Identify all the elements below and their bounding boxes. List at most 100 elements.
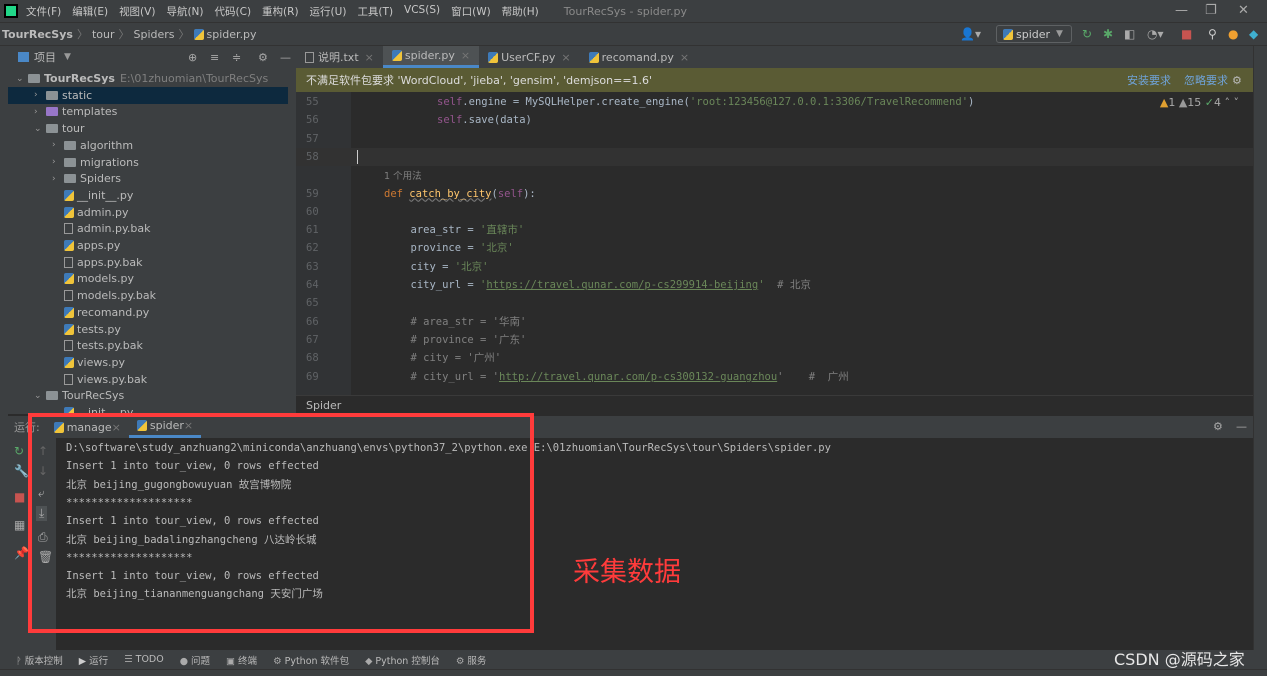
breadcrumb-file[interactable]: spider.py xyxy=(207,28,257,41)
tree-item[interactable]: views.py.bak xyxy=(8,371,288,388)
code-token[interactable]: https://travel.qunar.com/p-cs299914-beij… xyxy=(486,279,758,291)
hide-icon[interactable]: — xyxy=(280,51,291,64)
maximize-button[interactable]: ❐ xyxy=(1205,3,1217,18)
menu-item[interactable]: 重构(R) xyxy=(262,4,299,19)
tree-item[interactable]: __init__.py xyxy=(8,187,288,204)
tree-item[interactable]: ⌄ TourRecSys xyxy=(8,387,288,404)
tree-item[interactable]: › templates xyxy=(8,103,288,120)
rerun-icon[interactable]: ↻ xyxy=(14,444,24,458)
tree-item[interactable]: recomand.py xyxy=(8,304,288,321)
project-tree: ⌄ TourRecSys E:\01zhuomian\TourRecSys › stat… xyxy=(8,68,296,414)
close-icon[interactable]: × xyxy=(461,49,470,62)
menu-item[interactable]: 工具(T) xyxy=(357,4,393,19)
close-icon[interactable]: × xyxy=(561,51,570,64)
chevron-down-icon[interactable]: ⌄ xyxy=(34,391,46,401)
tree-item[interactable]: ⌄ tour xyxy=(8,120,288,137)
menu-item[interactable]: VCS(S) xyxy=(404,4,440,19)
menu-item[interactable]: 窗口(W) xyxy=(451,4,491,19)
editor-breadcrumb[interactable]: Spider xyxy=(296,395,1253,414)
python-console-icon: ◆ xyxy=(365,655,376,667)
chevron-right-icon[interactable]: › xyxy=(52,174,64,184)
code-editor[interactable]: ▲1 ▲15 ✓4 ˄ ˅ 55 self.engine = MySQLHelpe… xyxy=(296,92,1253,395)
tree-item[interactable]: › migrations xyxy=(8,154,288,171)
editor-tab[interactable]: recomand.py × xyxy=(580,46,698,68)
expand-all-icon[interactable]: ≡ xyxy=(210,51,219,64)
breadcrumb-tour[interactable]: tour xyxy=(92,28,115,41)
menu-item[interactable]: 帮助(H) xyxy=(502,4,539,19)
hide-icon[interactable]: — xyxy=(1236,420,1247,433)
folder-icon xyxy=(64,174,76,184)
tool-window-problems[interactable]: ● 问题 xyxy=(180,653,210,667)
minimize-button[interactable]: — xyxy=(1175,3,1188,18)
pin-icon[interactable]: 📌 xyxy=(14,546,29,560)
tree-item[interactable]: ⌄ TourRecSys E:\01zhuomian\TourRecSys xyxy=(8,70,288,87)
tree-item[interactable]: › algorithm xyxy=(8,137,288,154)
tree-item[interactable]: › Spiders xyxy=(8,170,288,187)
ignore-requirements-link[interactable]: 忽略要求 xyxy=(1184,72,1228,88)
tool-window-vcs[interactable]: ᚹ 版本控制 xyxy=(16,653,63,667)
tool-window-todo[interactable]: ☰ TODO xyxy=(124,654,164,665)
tree-item-label: tests.py xyxy=(77,322,121,336)
search-icon[interactable]: ⚲ xyxy=(1208,27,1217,41)
menu-item[interactable]: 文件(F) xyxy=(26,4,61,19)
chevron-down-icon[interactable]: ⌄ xyxy=(34,124,46,134)
gear-icon[interactable]: ⚙ xyxy=(1213,420,1223,433)
tree-item[interactable]: admin.py xyxy=(8,204,288,221)
close-icon[interactable]: × xyxy=(680,51,689,64)
wrench-icon[interactable]: 🔧 xyxy=(14,464,29,478)
tree-item[interactable]: › static xyxy=(8,86,288,104)
tool-window-services[interactable]: ⚙ 服务 xyxy=(456,653,487,667)
menu-item[interactable]: 代码(C) xyxy=(215,4,252,19)
editor-tab[interactable]: 说明.txt × xyxy=(296,46,383,68)
tool-window-packages[interactable]: ⚙ Python 软件包 xyxy=(273,653,349,667)
menu-item[interactable]: 编辑(E) xyxy=(72,4,108,19)
chevron-right-icon[interactable]: › xyxy=(34,107,46,117)
gear-icon[interactable]: ⚙ xyxy=(258,51,268,64)
update-icon[interactable]: ● xyxy=(1228,27,1238,41)
menu-item[interactable]: 运行(U) xyxy=(310,4,347,19)
chevron-down-icon[interactable]: ▼ xyxy=(64,52,71,62)
tree-item[interactable]: tests.py.bak xyxy=(8,337,288,354)
tree-item[interactable]: views.py xyxy=(8,354,288,371)
stop-icon[interactable]: ■ xyxy=(14,490,25,504)
tree-item[interactable]: apps.py.bak xyxy=(8,254,288,271)
user-icon[interactable]: 👤▾ xyxy=(960,27,981,41)
tree-item[interactable]: admin.py.bak xyxy=(8,220,288,237)
breadcrumb-spiders[interactable]: Spiders xyxy=(134,28,175,41)
editor-tab[interactable]: UserCF.py × xyxy=(479,46,580,68)
tool-window-terminal[interactable]: ▣ 终端 xyxy=(226,653,257,667)
locate-icon[interactable]: ⊕ xyxy=(188,51,197,64)
stop-icon[interactable]: ■ xyxy=(1181,27,1192,41)
tool-window-python-console[interactable]: ◆ Python 控制台 xyxy=(365,653,440,667)
tree-item[interactable]: tests.py xyxy=(8,321,288,338)
code-token[interactable]: http://travel.qunar.com/p-cs300132-guang… xyxy=(499,371,777,383)
run-config-dropdown[interactable]: spider ▼ xyxy=(996,25,1072,43)
install-requirements-link[interactable]: 安装要求 xyxy=(1127,72,1171,88)
usage-hint[interactable]: 1 个用法 xyxy=(384,168,422,182)
chevron-down-icon[interactable]: ⌄ xyxy=(16,74,28,84)
editor-tab[interactable]: spider.py × xyxy=(382,46,480,68)
tool-window-run[interactable]: ▶ 运行 xyxy=(79,653,108,667)
tree-item[interactable]: models.py xyxy=(8,270,288,287)
menu-item[interactable]: 导航(N) xyxy=(166,4,203,19)
collapse-all-icon[interactable]: ≑ xyxy=(232,51,241,64)
close-icon[interactable]: × xyxy=(365,51,374,64)
coverage-icon[interactable]: ◧ xyxy=(1124,27,1135,41)
project-title[interactable]: 项目 xyxy=(34,49,56,65)
chevron-right-icon[interactable]: › xyxy=(34,90,46,100)
close-button[interactable]: ✕ xyxy=(1238,3,1249,18)
breadcrumb-project[interactable]: TourRecSys xyxy=(2,28,73,41)
chevron-right-icon[interactable]: › xyxy=(52,140,64,150)
tree-item[interactable]: apps.py xyxy=(8,237,288,254)
pycharm-logo xyxy=(4,4,18,18)
tree-item[interactable]: models.py.bak xyxy=(8,287,288,304)
code-text: city = '北京' xyxy=(411,258,489,276)
gear-icon[interactable]: ⚙ xyxy=(1232,74,1242,87)
debug-icon[interactable]: ✱ xyxy=(1103,27,1113,41)
layout-icon[interactable]: ▦ xyxy=(14,518,25,532)
plugin-icon[interactable]: ◆ xyxy=(1249,27,1258,41)
profile-icon[interactable]: ◔▾ xyxy=(1147,27,1164,41)
rerun-icon[interactable]: ↻ xyxy=(1082,27,1092,41)
chevron-right-icon[interactable]: › xyxy=(52,157,64,167)
menu-item[interactable]: 视图(V) xyxy=(119,4,155,19)
